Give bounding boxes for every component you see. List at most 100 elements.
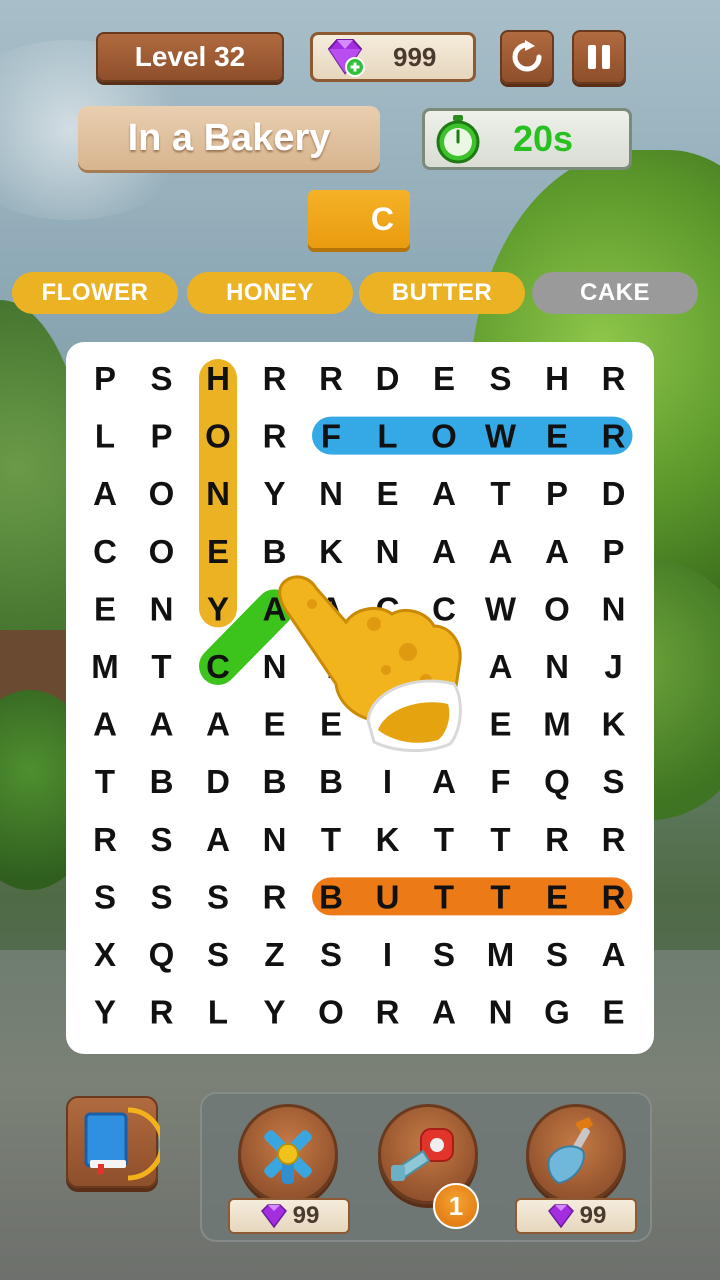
grid-cell[interactable]: P — [94, 360, 116, 397]
grid-cell[interactable]: F — [490, 763, 510, 800]
grid-cell[interactable]: T — [434, 878, 454, 915]
grid-cell[interactable]: H — [545, 360, 569, 397]
grid-cell[interactable]: X — [94, 936, 116, 973]
grid-cell[interactable]: Y — [263, 475, 285, 512]
grid-cell[interactable]: N — [602, 590, 626, 627]
grid-cell[interactable]: S — [94, 878, 116, 915]
grid-cell[interactable]: A — [93, 475, 117, 512]
grid-cell[interactable]: E — [489, 706, 511, 743]
grid-cell[interactable]: I — [383, 936, 392, 973]
grid-cell[interactable]: O — [544, 590, 570, 627]
grid-cell[interactable]: J — [604, 648, 622, 685]
grid-cell[interactable]: D — [376, 360, 400, 397]
grid-cell[interactable]: A — [432, 763, 456, 800]
restart-button[interactable] — [500, 30, 554, 84]
grid-cell[interactable]: S — [489, 360, 511, 397]
grid-cell[interactable]: N — [489, 994, 513, 1031]
grid-cell[interactable]: A — [489, 533, 513, 570]
grid-cell[interactable]: R — [602, 360, 626, 397]
grid-cell[interactable]: A — [432, 994, 456, 1031]
shovel-booster-button[interactable] — [526, 1104, 626, 1204]
grid-cell[interactable]: E — [602, 994, 624, 1031]
grid-cell[interactable]: R — [602, 878, 626, 915]
grid-cell[interactable]: T — [95, 763, 115, 800]
grid-cell[interactable]: N — [319, 475, 343, 512]
grid-cell[interactable]: K — [376, 821, 400, 858]
grid-cell[interactable]: E — [546, 878, 568, 915]
book-button[interactable] — [66, 1096, 165, 1188]
grid-cell[interactable]: Q — [149, 936, 175, 973]
grid-cell[interactable]: N — [206, 475, 230, 512]
grid-cell[interactable]: A — [150, 706, 174, 743]
grid-cell[interactable]: U — [376, 878, 400, 915]
grid-cell[interactable]: S — [546, 936, 568, 973]
grid-cell[interactable]: A — [432, 533, 456, 570]
grid-cell[interactable]: Z — [264, 936, 284, 973]
grid-cell[interactable]: Q — [544, 763, 570, 800]
grid-cell[interactable]: K — [319, 533, 343, 570]
grid-cell[interactable]: K — [602, 706, 626, 743]
grid-cell[interactable]: S — [207, 878, 229, 915]
grid-cell[interactable]: C — [93, 533, 117, 570]
grid-cell[interactable]: E — [94, 590, 116, 627]
grid-cell[interactable]: R — [319, 360, 343, 397]
grid-cell[interactable]: R — [545, 821, 569, 858]
grid-cell[interactable]: R — [263, 360, 287, 397]
grid-cell[interactable]: T — [490, 475, 510, 512]
grid-cell[interactable]: S — [602, 763, 624, 800]
pause-button[interactable] — [572, 30, 626, 84]
grid-cell[interactable]: P — [602, 533, 624, 570]
grid-cell[interactable]: R — [602, 418, 626, 455]
grid-cell[interactable]: N — [545, 648, 569, 685]
grid-cell[interactable]: D — [602, 475, 626, 512]
grid-cell[interactable]: L — [95, 418, 115, 455]
grid-cell[interactable]: B — [263, 763, 287, 800]
magnet-booster-button[interactable] — [238, 1104, 338, 1204]
grid-cell[interactable]: M — [487, 936, 515, 973]
grid-cell[interactable]: M — [543, 706, 571, 743]
grid-cell[interactable]: O — [149, 533, 175, 570]
grid-cell[interactable]: F — [321, 418, 341, 455]
grid-cell[interactable]: A — [206, 821, 230, 858]
grid-cell[interactable]: T — [490, 821, 510, 858]
grid-cell[interactable]: R — [263, 878, 287, 915]
gem-counter[interactable]: 999 — [310, 32, 476, 82]
grid-cell[interactable]: W — [485, 590, 517, 627]
grid-cell[interactable]: D — [206, 763, 230, 800]
grid-cell[interactable]: M — [91, 648, 119, 685]
grid-cell[interactable]: H — [206, 360, 230, 397]
grid-cell[interactable]: B — [319, 878, 343, 915]
grid-cell[interactable]: B — [150, 763, 174, 800]
grid-cell[interactable]: A — [545, 533, 569, 570]
grid-cell[interactable]: R — [602, 821, 626, 858]
grid-cell[interactable]: A — [432, 475, 456, 512]
grid-cell[interactable]: O — [431, 418, 457, 455]
grid-cell[interactable]: N — [263, 821, 287, 858]
grid-cell[interactable]: R — [263, 418, 287, 455]
grid-cell[interactable]: E — [433, 360, 455, 397]
grid-cell[interactable]: B — [319, 763, 343, 800]
grid-cell[interactable]: Y — [263, 994, 285, 1031]
grid-cell[interactable]: A — [489, 648, 513, 685]
grid-cell[interactable]: O — [149, 475, 175, 512]
grid-cell[interactable]: L — [208, 994, 228, 1031]
grid-cell[interactable]: Y — [94, 994, 116, 1031]
grid-cell[interactable]: R — [150, 994, 174, 1031]
grid-cell[interactable]: T — [490, 878, 510, 915]
grid-cell[interactable]: T — [321, 821, 341, 858]
grid-cell[interactable]: S — [150, 360, 172, 397]
grid-cell[interactable]: N — [376, 533, 400, 570]
grid-cell[interactable]: S — [320, 936, 342, 973]
grid-cell[interactable]: T — [151, 648, 171, 685]
grid-cell[interactable]: S — [150, 821, 172, 858]
grid-cell[interactable]: P — [546, 475, 568, 512]
grid-cell[interactable]: R — [93, 821, 117, 858]
grid-cell[interactable]: E — [207, 533, 229, 570]
grid-cell[interactable]: B — [263, 533, 287, 570]
grid-cell[interactable]: Y — [207, 590, 229, 627]
grid-cell[interactable]: N — [150, 590, 174, 627]
grid-cell[interactable]: S — [433, 936, 455, 973]
grid-cell[interactable]: A — [206, 706, 230, 743]
grid-cell[interactable]: E — [376, 475, 398, 512]
grid-cell[interactable]: W — [485, 418, 517, 455]
